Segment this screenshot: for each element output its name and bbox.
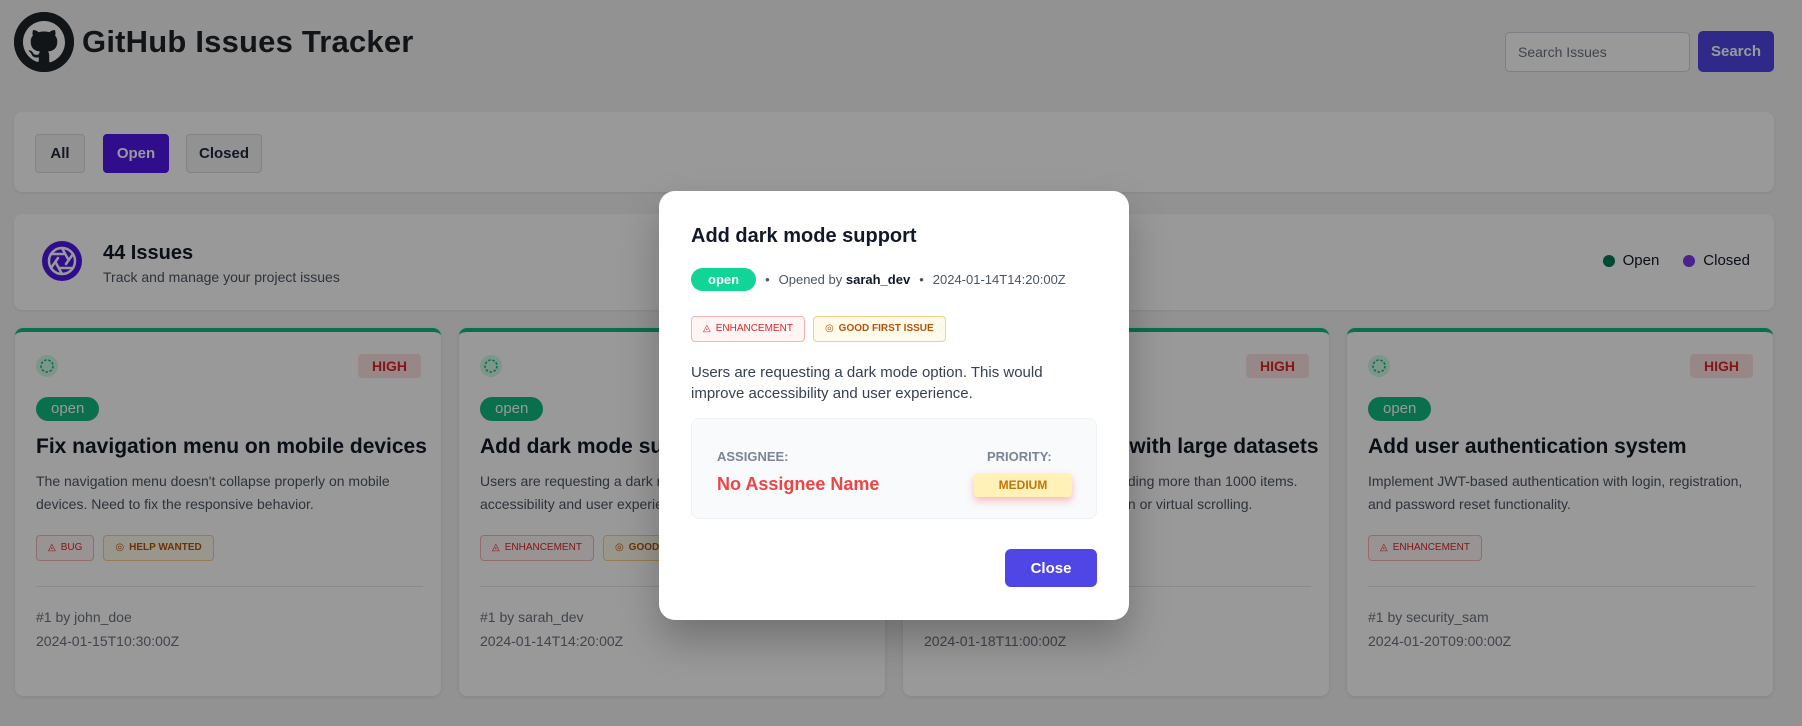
modal-title: Add dark mode support xyxy=(691,225,917,247)
priority-tag: MEDIUM xyxy=(974,473,1072,497)
modal-description: Users are requesting a dark mode option.… xyxy=(691,364,1043,402)
label-text: GOOD FIRST ISSUE xyxy=(838,323,934,334)
separator-dot: • xyxy=(919,272,924,287)
label-tag[interactable]: ◎ GOOD FIRST ISSUE xyxy=(812,316,946,342)
modal-meta: open • Opened by sarah_dev • 2024-01-14T… xyxy=(691,268,1066,291)
lifebuoy-icon: ◎ xyxy=(824,323,834,334)
modal-author[interactable]: sarah_dev xyxy=(846,272,910,287)
priority-label: PRIORITY: xyxy=(987,449,1052,464)
bug-icon: ◬ xyxy=(703,323,711,334)
details-box: ASSIGNEE: No Assignee Name PRIORITY: MED… xyxy=(691,418,1097,519)
close-button[interactable]: Close xyxy=(1005,549,1097,587)
modal-state-pill: open xyxy=(691,268,757,291)
issue-detail-modal: Add dark mode support open • Opened by s… xyxy=(659,191,1129,620)
separator-dot: • xyxy=(765,272,770,287)
modal-label-list: ◬ ENHANCEMENT ◎ GOOD FIRST ISSUE xyxy=(691,316,946,342)
assignee-name: No Assignee Name xyxy=(717,474,880,494)
label-tag[interactable]: ◬ ENHANCEMENT xyxy=(691,316,805,342)
assignee-label: ASSIGNEE: xyxy=(717,449,789,464)
opened-by-text: Opened by sarah_dev xyxy=(779,272,911,287)
modal-date: 2024-01-14T14:20:00Z xyxy=(932,272,1066,287)
label-text: ENHANCEMENT xyxy=(715,323,793,334)
opened-prefix: Opened by xyxy=(778,272,843,287)
